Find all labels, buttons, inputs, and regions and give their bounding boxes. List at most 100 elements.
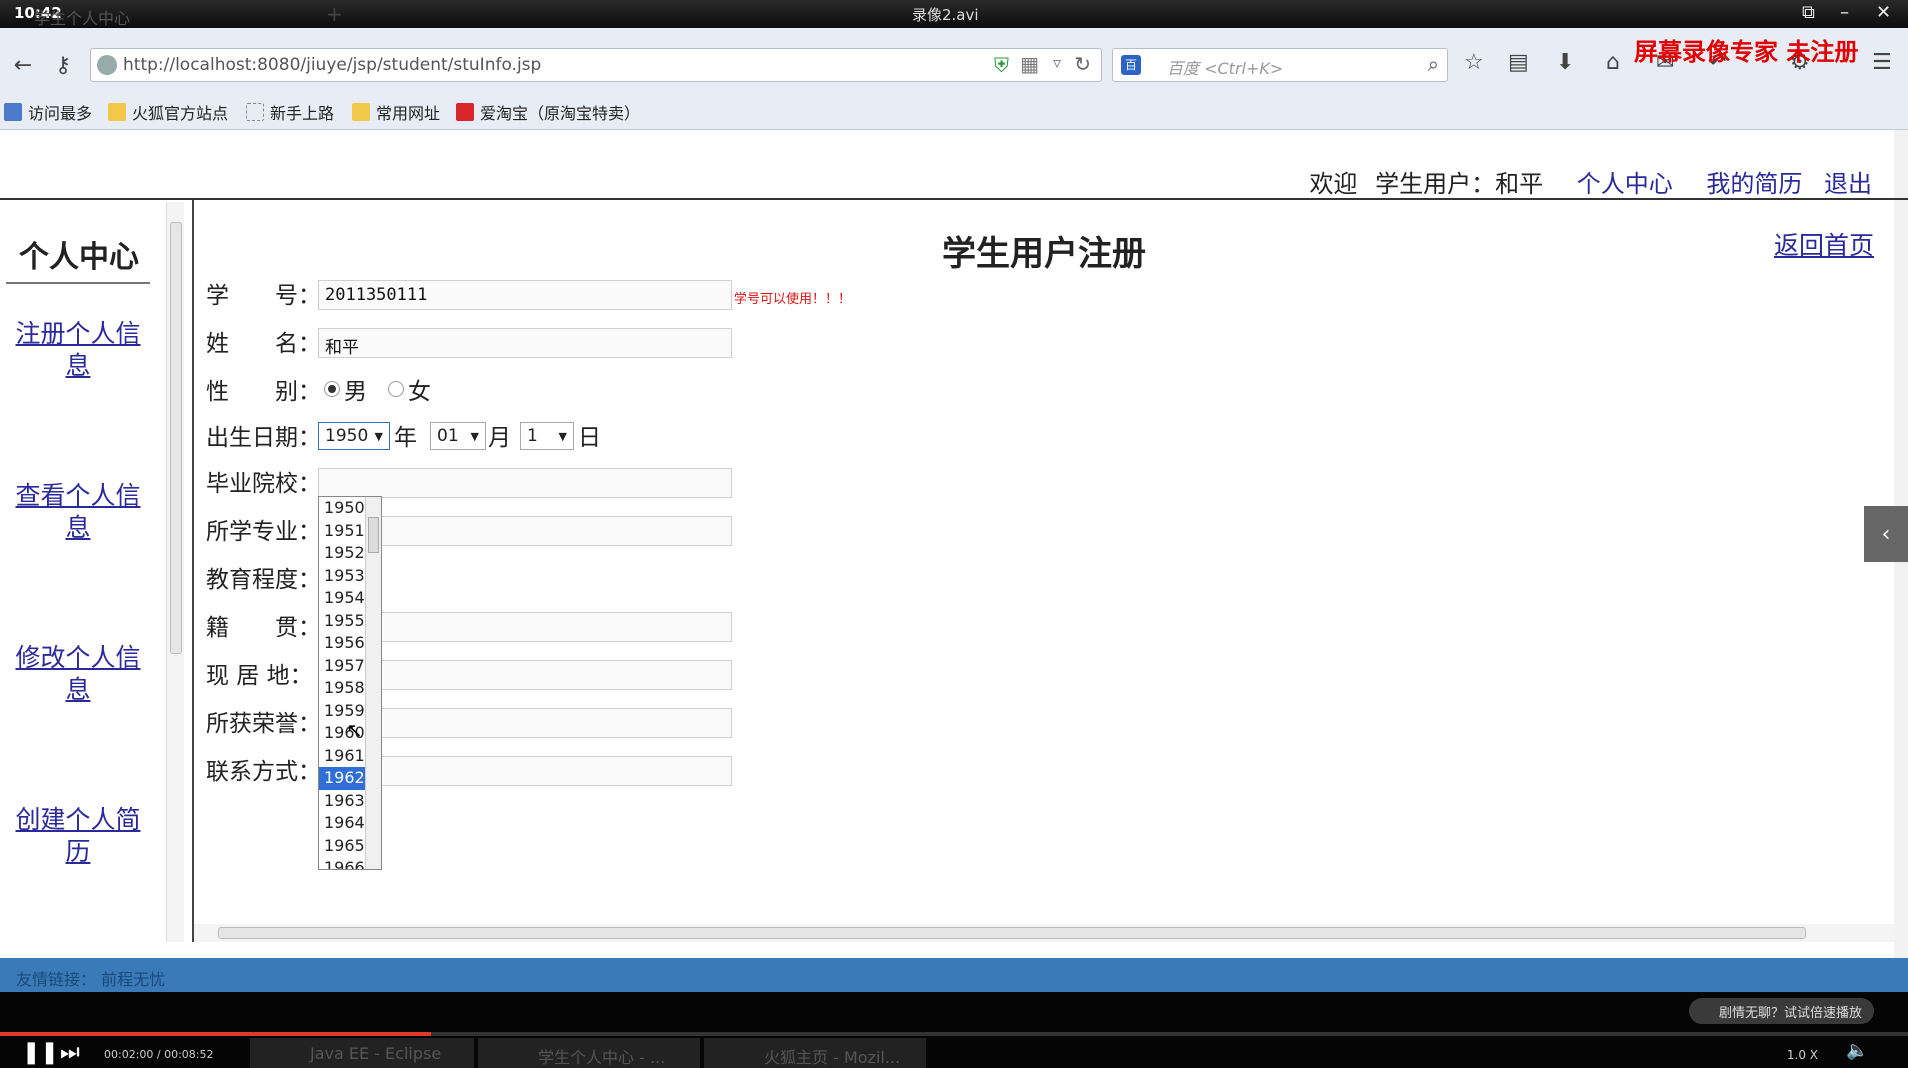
speed-tip-toast[interactable]: 剧情无聊？试试倍速播放 [1688,998,1874,1024]
page-header: 欢迎 学生用户：和平 个人中心 我的简历 退出 [0,130,1894,198]
bookmark-firefox-site[interactable]: 火狐官方站点 [108,100,228,124]
gender-female-radio[interactable]: 女 [388,372,431,406]
bookmark-most-visited[interactable]: 访问最多 [4,100,92,124]
pause-icon[interactable]: ❚❚ [22,1040,59,1065]
day-unit: 日 [578,425,601,451]
bookmark-star-icon[interactable]: ☆ [1464,50,1484,75]
education-label: 教育程度： [206,567,321,593]
volume-icon[interactable]: 🔈 [1846,1040,1868,1061]
welcome-bar: 欢迎 学生用户：和平 个人中心 我的简历 退出 [1299,164,1872,199]
personal-center-link[interactable]: 个人中心 [1577,170,1673,198]
ghost-tab-title: 学生个人中心 [34,9,131,28]
page-icon [246,103,264,121]
radio-selected-icon[interactable] [324,381,340,397]
sidebar-scroll-thumb[interactable] [170,222,182,654]
next-icon[interactable]: ⏭ [60,1040,80,1065]
search-box[interactable]: 百 百度 <Ctrl+K> ⌕ [1112,48,1448,82]
chevron-down-icon[interactable]: ▼ [471,430,479,443]
sidebar-scrollbar[interactable] [166,202,184,942]
sidebar-item-create-resume[interactable]: 创建个人简 历 [6,804,150,868]
major-label: 所学专业： [206,519,321,545]
gender-label: 性 别： [206,379,321,405]
reading-list-icon[interactable]: ▤ [1508,50,1529,75]
bookmark-getting-started[interactable]: 新手上路 [246,100,334,124]
site-identity-icon[interactable] [97,55,117,75]
download-icon[interactable]: ⬇ [1556,50,1574,75]
taskbar-item-firefox-home[interactable]: 火狐主页 - Mozil... [704,1038,926,1068]
dropdown-scroll-thumb[interactable] [368,517,379,553]
baidu-engine-icon[interactable]: 百 [1121,55,1141,75]
student-id-field[interactable]: 2011350111 [318,280,732,310]
horizontal-scrollbar[interactable] [194,924,1894,942]
close-icon[interactable]: ✕ [1876,2,1891,23]
student-id-hint: 学号可以使用！！！ [734,292,852,307]
sidebar: 个人中心 注册个人信 息 查看个人信 息 修改个人信 息 创建个人简 历 [0,200,158,942]
school-field[interactable] [318,468,732,498]
welcome-text: 欢迎 [1309,170,1358,198]
month-unit: 月 [488,425,511,451]
bookmark-aitaobao[interactable]: 爱淘宝（原淘宝特卖） [456,100,640,124]
menu-icon[interactable]: ☰ [1872,50,1892,75]
sidebar-item-edit-info[interactable]: 修改个人信 息 [6,642,150,706]
dropdown-arrow-icon[interactable]: ▿ [1053,53,1061,72]
year-unit: 年 [394,425,417,451]
recorder-watermark: 屏幕录像专家 未注册 [1634,37,1859,66]
taobao-icon [456,103,474,121]
residence-label: 现 居 地： [206,663,313,689]
chevron-down-icon[interactable]: ▼ [375,430,383,443]
student-id-label: 学 号： [206,283,321,309]
reload-icon[interactable]: ↻ [1074,52,1091,76]
folder-icon [352,103,370,121]
user-label: 学生用户：和平 [1375,170,1544,198]
progress-fill [0,1032,432,1036]
sidebar-item-view-info[interactable]: 查看个人信 息 [6,480,150,544]
back-arrow-icon[interactable]: ← [6,48,40,82]
day-select[interactable]: 1 ▼ [520,422,574,450]
qr-code-icon[interactable]: ▦ [1020,52,1039,76]
restore-icon[interactable]: ⧉ [1802,2,1815,23]
gender-male-radio[interactable]: 男 [324,372,367,406]
page-viewport: 欢迎 学生用户：和平 个人中心 我的简历 退出 个人中心 注册个人信 息 查看个… [0,130,1908,960]
playback-speed[interactable]: 1.0 X [1787,1048,1818,1062]
month-select[interactable]: 01 ▼ [430,422,486,450]
most-visited-icon [4,103,22,121]
bookmark-common-sites[interactable]: 常用网址 [352,100,440,124]
collapse-panel-icon[interactable]: ‹ [1864,506,1908,562]
sidebar-heading: 个人中心 [19,240,139,275]
search-placeholder: 百度 <Ctrl+K> [1167,59,1284,78]
search-icon[interactable]: ⌕ [1428,52,1439,76]
friend-link-51job[interactable]: 前程无忧 [101,970,165,989]
contact-label: 联系方式： [206,759,321,785]
my-resume-link[interactable]: 我的简历 [1706,170,1802,198]
taskbar-item-student-center[interactable]: 学生个人中心 - ... [478,1038,700,1068]
playback-progress[interactable] [0,1032,1908,1036]
sidebar-item-register-info[interactable]: 注册个人信 息 [6,318,150,382]
sidebar-divider [6,282,150,284]
taskbar-item-eclipse[interactable]: Java EE - Eclipse [250,1038,474,1068]
home-icon[interactable]: ⌂ [1606,50,1620,75]
radio-unselected-icon[interactable] [388,381,404,397]
address-bar[interactable]: http://localhost:8080/jiuye/jsp/student/… [90,48,1102,82]
native-place-label: 籍 贯： [206,615,321,641]
horizontal-scroll-thumb[interactable] [218,927,1806,939]
back-home-link[interactable]: 返回首页 [1774,226,1874,262]
player-file-title: 录像2.avi [912,6,979,24]
year-select[interactable]: 1950 ▼ [318,422,390,450]
key-icon[interactable]: ⚷ [46,48,80,82]
folder-icon [108,103,126,121]
birth-date-label: 出生日期： [206,425,321,451]
logout-link[interactable]: 退出 [1824,170,1872,198]
playback-time: 00:02:00 / 00:08:52 [104,1048,214,1061]
name-field[interactable]: 和平 [318,328,732,358]
mouse-cursor-icon: ↖ [346,718,363,742]
shield-icon[interactable]: ⛨ [994,53,1009,77]
friend-links: 友情链接： 前程无忧 [16,970,166,989]
form-title: 学生用户注册 [942,234,1146,274]
chevron-down-icon[interactable]: ▼ [559,430,567,443]
year-dropdown-list[interactable]: 1950 1951 1952 1953 1954 1955 1956 1957 1958 1959… [318,496,382,870]
dropdown-scrollbar[interactable] [365,497,381,869]
page-footer: 友情链接： 前程无忧 [0,958,1908,992]
minimize-icon[interactable]: – [1840,2,1849,23]
url-text[interactable]: http://localhost:8080/jiuye/jsp/student/… [123,55,541,75]
registration-form: 学生用户注册 返回首页 学 号： 2011350111 学号可以使用！！！ 姓 … [194,200,1894,930]
